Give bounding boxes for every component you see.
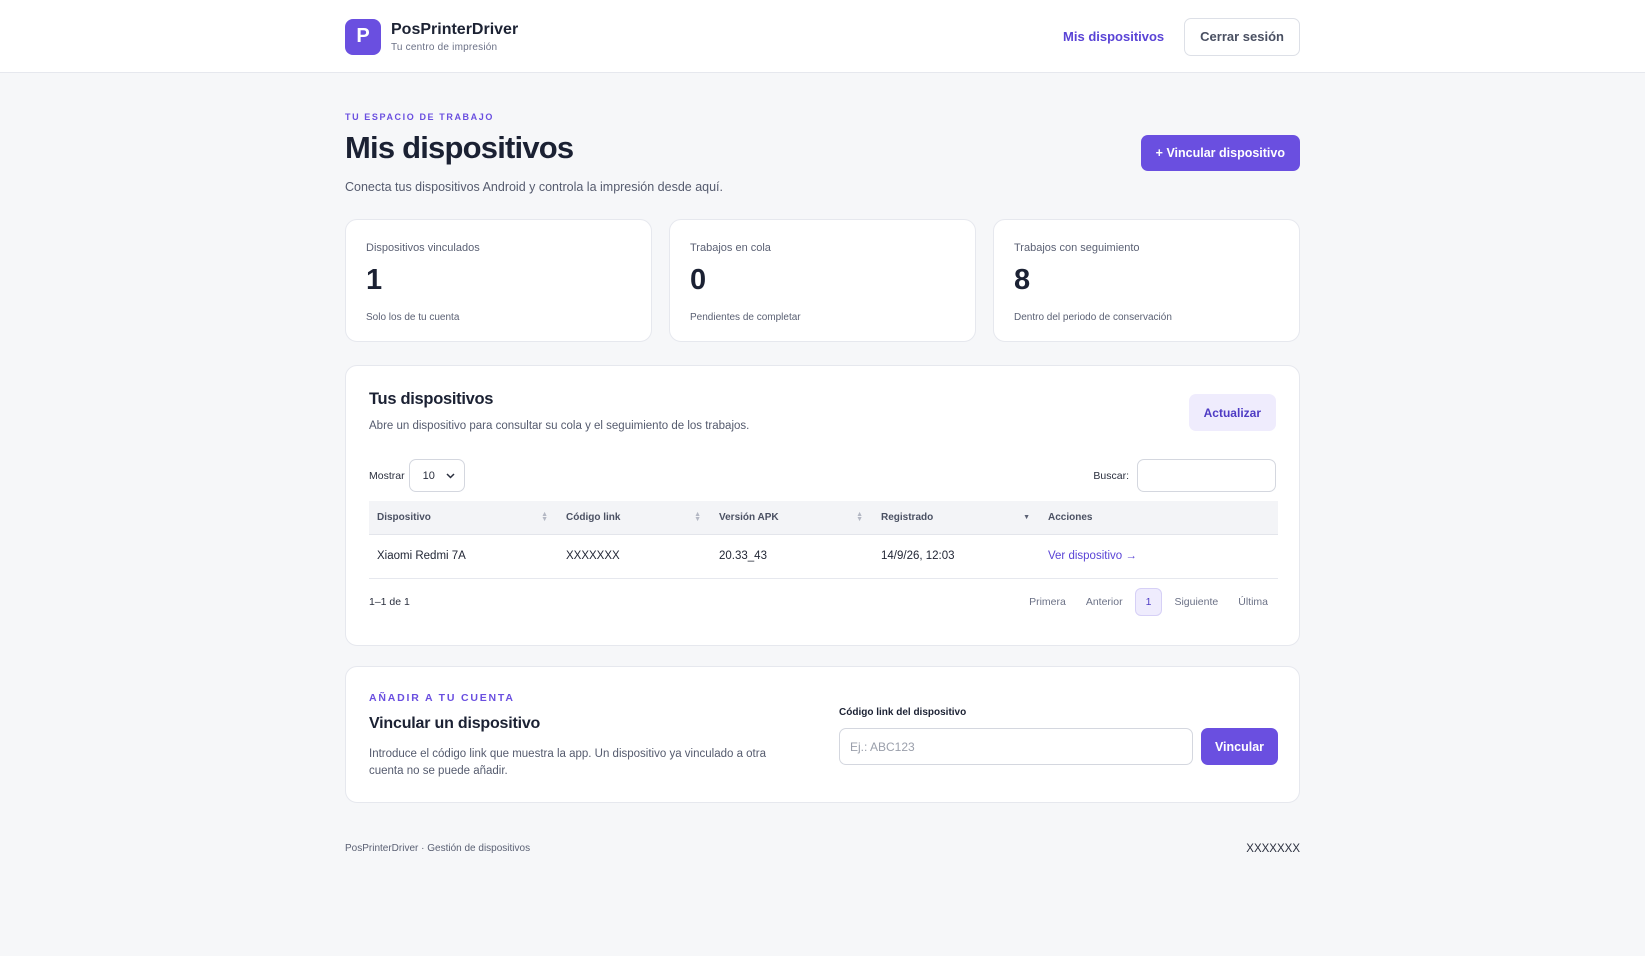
- brand[interactable]: P PosPrinterDriver Tu centro de impresió…: [345, 18, 519, 55]
- page-size-value: 10: [422, 469, 435, 482]
- page-size-select[interactable]: 10: [408, 459, 465, 492]
- brand-name: PosPrinterDriver: [391, 20, 519, 38]
- link-code-label: Código link del dispositivo: [839, 707, 967, 718]
- pager-first[interactable]: Primera: [1021, 588, 1074, 616]
- stat-label: Trabajos con seguimiento: [1014, 242, 1140, 254]
- cell-link-code: XXXXXXX: [558, 534, 711, 579]
- link-device-button[interactable]: + Vincular dispositivo: [1140, 135, 1300, 171]
- stat-value: 1: [366, 264, 383, 296]
- devices-title: Tus dispositivos: [369, 390, 494, 408]
- top-bar: P PosPrinterDriver Tu centro de impresió…: [0, 0, 1645, 73]
- sort-icon: ▲ ▼: [541, 511, 548, 523]
- pagination: Primera Anterior 1 Siguiente Última: [1021, 588, 1276, 616]
- pager-last[interactable]: Última: [1230, 588, 1276, 616]
- stat-card-tracked-jobs: Trabajos con seguimiento 8 Dentro del pe…: [993, 219, 1300, 342]
- refresh-button[interactable]: Actualizar: [1188, 394, 1276, 431]
- devices-card: Tus dispositivos Abre un dispositivo par…: [345, 365, 1300, 646]
- page-header: TU ESPACIO DE TRABAJO Mis dispositivos C…: [345, 73, 1300, 219]
- pager-page-current[interactable]: 1: [1134, 588, 1163, 616]
- column-header-label: Acciones: [1048, 511, 1093, 523]
- column-header-label: Dispositivo: [377, 511, 431, 523]
- cell-actions: Ver dispositivo →: [1040, 534, 1278, 579]
- view-device-link[interactable]: Ver dispositivo →: [1048, 550, 1137, 562]
- stat-label: Dispositivos vinculados: [366, 242, 480, 254]
- column-header-label: Registrado: [881, 511, 934, 523]
- cell-apk-version: 20.33_43: [711, 534, 873, 579]
- link-card-eyebrow: AÑADIR A TU CUENTA: [369, 692, 515, 704]
- sort-icon: ▲ ▼: [694, 511, 701, 523]
- column-header-label: Código link: [566, 511, 621, 523]
- stat-hint: Solo los de tu cuenta: [366, 312, 460, 323]
- search-control: Buscar:: [1093, 459, 1276, 492]
- link-card-title: Vincular un dispositivo: [369, 715, 541, 732]
- pager-next[interactable]: Siguiente: [1166, 588, 1226, 616]
- submit-link-button[interactable]: Vincular: [1201, 728, 1278, 765]
- workspace-eyebrow: TU ESPACIO DE TRABAJO: [345, 112, 494, 122]
- top-nav: Mis dispositivos Cerrar sesión: [1063, 17, 1300, 56]
- column-header-link-code[interactable]: Código link ▲ ▼: [558, 501, 711, 535]
- pager-previous[interactable]: Anterior: [1078, 588, 1131, 616]
- stat-label: Trabajos en cola: [690, 242, 771, 254]
- devices-table: Dispositivo ▲ ▼ Código link ▲ ▼ Versión APK ▲…: [369, 501, 1278, 579]
- stats-row: Dispositivos vinculados 1 Solo los de tu…: [345, 219, 1300, 342]
- table-footer: 1–1 de 1 Primera Anterior 1 Siguiente Úl…: [369, 587, 1276, 617]
- brand-logo-icon: P: [345, 18, 381, 55]
- footer-caption: PosPrinterDriver · Gestión de dispositiv…: [345, 843, 531, 854]
- link-card-description: Introduce el código link que muestra la …: [369, 748, 766, 777]
- page-description: Conecta tus dispositivos Android y contr…: [345, 180, 723, 194]
- column-header-actions: Acciones: [1040, 501, 1278, 535]
- sort-desc-icon: ▼: [1023, 514, 1030, 521]
- stat-value: 8: [1014, 264, 1031, 296]
- column-header-registered[interactable]: Registrado ▼: [873, 501, 1040, 535]
- stat-hint: Pendientes de completar: [690, 312, 801, 323]
- row-count: 1–1 de 1: [369, 596, 410, 608]
- page-size-label: Mostrar: [369, 469, 405, 482]
- main-content: TU ESPACIO DE TRABAJO Mis dispositivos C…: [345, 73, 1300, 855]
- chevron-down-icon: [446, 470, 455, 482]
- stat-hint: Dentro del periodo de conservación: [1014, 312, 1172, 323]
- stat-card-linked-devices: Dispositivos vinculados 1 Solo los de tu…: [345, 219, 652, 342]
- column-header-device[interactable]: Dispositivo ▲ ▼: [369, 501, 558, 535]
- logout-button[interactable]: Cerrar sesión: [1184, 17, 1300, 56]
- column-header-apk-version[interactable]: Versión APK ▲ ▼: [711, 501, 873, 535]
- search-input[interactable]: [1137, 459, 1276, 492]
- footer-version: XXXXXXX: [1246, 843, 1300, 855]
- nav-my-devices-link[interactable]: Mis dispositivos: [1063, 29, 1164, 44]
- cell-device: Xiaomi Redmi 7A: [369, 534, 558, 579]
- devices-description: Abre un dispositivo para consultar su co…: [369, 420, 750, 432]
- table-header-row: Dispositivo ▲ ▼ Código link ▲ ▼ Versión APK ▲…: [369, 501, 1278, 535]
- page-title: Mis dispositivos: [345, 130, 574, 165]
- page-size-control: Mostrar 10: [369, 459, 465, 492]
- stat-value: 0: [690, 264, 707, 296]
- table-row: Xiaomi Redmi 7A XXXXXXX 20.33_43 14/9/26…: [369, 534, 1278, 579]
- brand-tagline: Tu centro de impresión: [391, 41, 498, 53]
- search-label: Buscar:: [1093, 469, 1129, 482]
- cell-registered: 14/9/26, 12:03: [873, 534, 1040, 579]
- stat-card-queued-jobs: Trabajos en cola 0 Pendientes de complet…: [669, 219, 976, 342]
- link-device-card: AÑADIR A TU CUENTA Vincular un dispositi…: [345, 666, 1300, 803]
- link-code-input[interactable]: [839, 728, 1193, 765]
- column-header-label: Versión APK: [719, 511, 779, 523]
- sort-icon: ▲ ▼: [856, 511, 863, 523]
- page-footer: PosPrinterDriver · Gestión de dispositiv…: [345, 843, 1300, 855]
